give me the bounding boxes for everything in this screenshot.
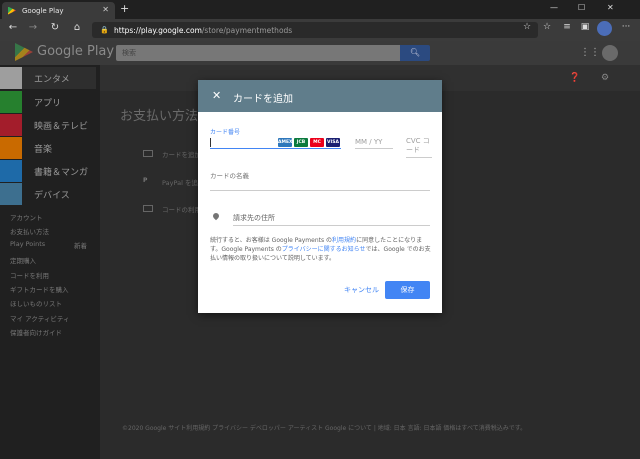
nav-category-movies[interactable]: 映画＆テレビ	[0, 114, 96, 136]
google-play-favicon-icon	[8, 6, 16, 15]
payment-row-redeem[interactable]: コードの利用	[162, 204, 201, 214]
tab-title: Google Play	[22, 6, 64, 15]
add-card-dialog: ✕ カードを追加 カード番号 AMEX JCB MC VISA MM / YY …	[198, 80, 442, 313]
close-icon[interactable]: ✕	[212, 89, 221, 102]
page-footer: ©2020 Google サイト利用規約 プライバシー デベロッパー アーティス…	[122, 425, 527, 432]
forward-icon[interactable]: →	[26, 22, 40, 33]
nav-category-label: アプリ	[34, 98, 62, 109]
terms-of-service-link[interactable]: 利用規約	[332, 237, 356, 244]
side-link-account[interactable]: アカウント	[10, 212, 43, 222]
redeem-code-icon	[143, 205, 153, 212]
devices-icon	[0, 183, 22, 205]
minimize-icon[interactable]: —	[550, 3, 558, 12]
favorites-icon[interactable]: ☆	[540, 22, 554, 32]
help-icon[interactable]: ❓	[569, 73, 580, 83]
save-button[interactable]: 保存	[385, 281, 430, 299]
search-button[interactable]: 🔍︎	[400, 45, 430, 61]
movies-icon	[0, 114, 22, 136]
address-bar[interactable]: 🔒 https://play.google.com/store/paymentm…	[92, 22, 538, 38]
nav-category-devices[interactable]: デバイス	[0, 183, 96, 205]
lock-icon: 🔒	[100, 26, 109, 34]
books-icon	[0, 160, 22, 182]
maximize-icon[interactable]: ☐	[578, 3, 585, 12]
side-link-parent-guide[interactable]: 保護者向けガイド	[10, 327, 62, 337]
reading-list-icon[interactable]: ≡	[560, 22, 574, 32]
favorite-star-icon[interactable]: ☆	[520, 22, 534, 32]
side-link-payment-methods[interactable]: お支払い方法	[10, 226, 49, 236]
paypal-icon: P	[143, 177, 148, 184]
mastercard-icon: MC	[310, 138, 324, 147]
terms-text: 続行すると、お客様は Google Payments の利用規約に同意したことに…	[210, 236, 432, 263]
back-icon[interactable]: ←	[6, 22, 20, 33]
nav-category-books[interactable]: 書籍＆マンガ	[0, 160, 96, 182]
search-input[interactable]: 検索	[116, 45, 416, 61]
card-number-label: カード番号	[210, 129, 241, 136]
nav-category-label: 書籍＆マンガ	[34, 167, 89, 178]
play-logo-text[interactable]: Google Play	[37, 44, 114, 59]
apps-icon	[0, 91, 22, 113]
cardholder-name-input[interactable]: カードの名義	[210, 170, 249, 180]
page-title: お支払い方法	[120, 109, 199, 124]
visa-card-icon: VISA	[326, 138, 340, 147]
side-link-play-points[interactable]: Play Points	[10, 240, 45, 248]
side-link-gift-card[interactable]: ギフトカードを購入	[10, 284, 69, 294]
card-number-underline	[210, 148, 341, 149]
nav-category-label: 映画＆テレビ	[34, 121, 89, 132]
billing-address-underline	[233, 225, 430, 226]
account-avatar[interactable]	[602, 45, 618, 61]
collections-icon[interactable]: ▣	[578, 22, 592, 32]
amex-card-icon: AMEX	[278, 138, 293, 147]
side-link-redeem[interactable]: コードを利用	[10, 270, 49, 280]
location-pin-icon	[211, 211, 221, 221]
profile-avatar[interactable]	[597, 21, 612, 36]
nav-category-label: 音楽	[34, 144, 53, 155]
close-tab-icon[interactable]: ✕	[102, 5, 109, 14]
url-host: https://play.google.com	[114, 25, 202, 35]
nav-category-label: エンタメ	[34, 74, 70, 85]
new-tab-icon[interactable]: +	[120, 2, 129, 15]
terms-text-part: 続行すると、お客様は Google Payments の	[210, 237, 333, 244]
browser-tab[interactable]: Google Play ✕	[2, 2, 115, 19]
cvc-underline	[406, 157, 432, 158]
nav-category-apps[interactable]: アプリ	[0, 91, 96, 113]
refresh-icon[interactable]: ↻	[48, 22, 62, 33]
expiry-input[interactable]: MM / YY	[355, 138, 382, 146]
cvc-input[interactable]: CVC コード	[406, 137, 434, 155]
more-menu-icon[interactable]: ···	[619, 22, 633, 32]
play-points-new-badge: 新着	[74, 242, 87, 250]
music-icon	[0, 137, 22, 159]
nav-category-entertainment[interactable]: エンタメ	[0, 67, 96, 89]
expiry-underline	[355, 148, 393, 149]
url-path: /store/paymentmethods	[201, 25, 293, 35]
side-link-subscriptions[interactable]: 定期購入	[10, 255, 36, 265]
cardholder-name-underline	[210, 190, 430, 191]
side-link-activity[interactable]: マイ アクティビティ	[10, 313, 69, 323]
privacy-notice-link[interactable]: プライバシーに関するお知らせ	[282, 246, 366, 253]
side-link-wishlist[interactable]: ほしいものリスト	[10, 298, 62, 308]
jcb-card-icon: JCB	[294, 138, 308, 147]
credit-card-icon	[143, 150, 153, 157]
nav-category-label: デバイス	[34, 190, 70, 201]
nav-category-music[interactable]: 音楽	[0, 137, 96, 159]
billing-address-input[interactable]: 請求先の住所	[233, 213, 275, 223]
entertainment-icon	[0, 67, 22, 89]
dialog-title: カードを追加	[233, 94, 293, 105]
home-icon[interactable]: ⌂	[70, 22, 84, 33]
settings-gear-icon[interactable]: ⚙	[601, 73, 609, 83]
payment-row-add-card[interactable]: カードを追加	[162, 149, 201, 159]
cancel-button[interactable]: キャンセル	[344, 285, 379, 295]
card-number-input[interactable]	[210, 138, 211, 147]
close-window-icon[interactable]: ✕	[607, 3, 614, 12]
apps-grid-icon[interactable]: ⋮⋮	[580, 47, 600, 58]
